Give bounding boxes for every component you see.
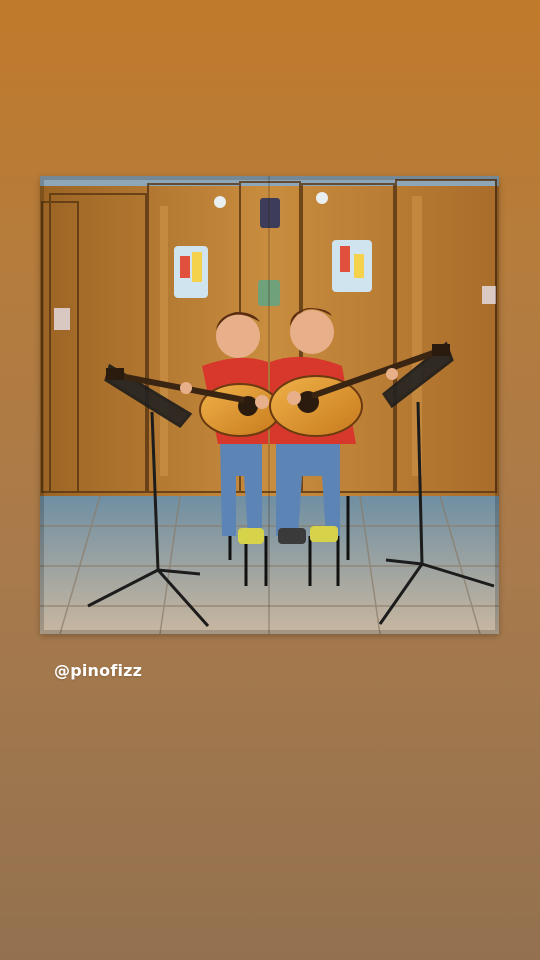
- mention-sticker[interactable]: @pinofizz: [54, 661, 142, 680]
- story-photo: [40, 176, 499, 634]
- photo-illustration: [40, 176, 499, 634]
- story-view[interactable]: @pinofizz: [0, 0, 540, 960]
